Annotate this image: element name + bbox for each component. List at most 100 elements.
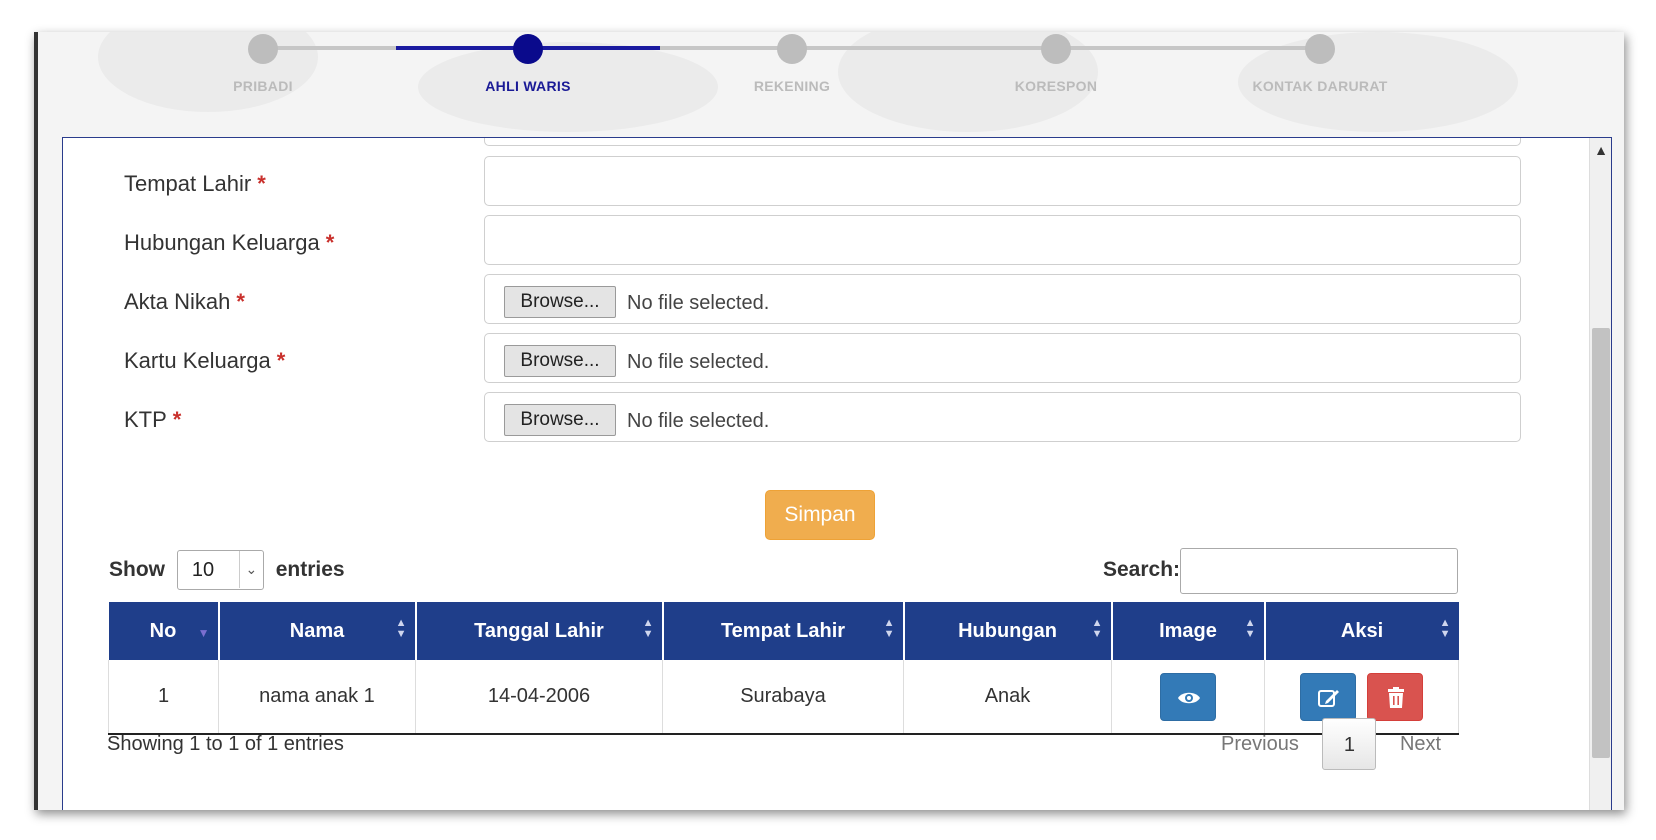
previous-button[interactable]: Previous [1203, 718, 1317, 770]
header-no[interactable]: No ▼ [108, 602, 220, 660]
file-status: No file selected. [627, 292, 770, 314]
vertical-scrollbar[interactable]: ▲ ▼ [1589, 138, 1611, 810]
step-rekening[interactable]: REKENING [692, 32, 892, 94]
step-label: AHLI WARIS [485, 78, 571, 94]
browse-button[interactable]: Browse... [504, 404, 616, 436]
field-label-text: Akta Nikah [124, 289, 231, 314]
cell-tempat-lahir: Surabaya [662, 660, 904, 735]
header-image[interactable]: Image ▲ ▼ [1111, 602, 1266, 660]
step-dot [1041, 34, 1071, 64]
sort-icon: ▲ ▼ [1091, 617, 1103, 640]
header-tempat-lahir[interactable]: Tempat Lahir ▲ ▼ [662, 602, 905, 660]
step-dot [777, 34, 807, 64]
browse-button[interactable]: Browse... [504, 286, 616, 318]
ktp-file-input: Browse... No file selected. [484, 392, 1521, 442]
header-aksi[interactable]: Aksi ▲ ▼ [1264, 602, 1459, 660]
header-text: No [149, 619, 177, 642]
required-marker: * [257, 171, 266, 196]
cell-hubungan: Anak [903, 660, 1112, 735]
form-row-kartu-keluarga: Kartu Keluarga * Browse... No file select… [63, 333, 1543, 385]
field-label-text: Hubungan Keluarga [124, 230, 320, 255]
field-label: Kartu Keluarga * [124, 348, 285, 374]
file-status: No file selected. [627, 410, 770, 432]
search-label: Search: [1103, 558, 1181, 581]
form-row-hubungan-keluarga: Hubungan Keluarga * [63, 215, 1543, 267]
header-nama[interactable]: Nama ▲ ▼ [218, 602, 417, 660]
header-hubungan[interactable]: Hubungan ▲ ▼ [903, 602, 1113, 660]
wizard-stepper: PRIBADI AHLI WARIS REKENING KORESPON KON… [38, 32, 1624, 137]
step-dot-active [513, 34, 543, 64]
entries-label: entries [275, 558, 345, 581]
step-label: KORESPON [1014, 78, 1098, 94]
pagination: Previous 1 Next [1203, 718, 1459, 772]
page-1-button[interactable]: 1 [1322, 718, 1377, 770]
required-marker: * [172, 407, 182, 432]
browse-button[interactable]: Browse... [504, 345, 616, 377]
entries-select[interactable]: 10 ⌄ [176, 550, 264, 590]
tempat-lahir-input[interactable] [484, 156, 1521, 206]
step-dot [248, 34, 278, 64]
kartu-keluarga-file-input: Browse... No file selected. [484, 333, 1521, 383]
field-label: Hubungan Keluarga * [124, 230, 334, 256]
next-button[interactable]: Next [1382, 718, 1459, 770]
app-frame: PRIBADI AHLI WARIS REKENING KORESPON KON… [34, 32, 1624, 810]
step-dot [1305, 34, 1335, 64]
header-text: Hubungan [958, 619, 1057, 642]
field-label-text: KTP [124, 407, 167, 432]
chevron-down-icon: ⌄ [238, 551, 263, 588]
required-marker: * [236, 289, 245, 314]
step-kontak-darurat[interactable]: KONTAK DARURAT [1220, 32, 1420, 94]
step-pribadi[interactable]: PRIBADI [163, 32, 363, 94]
date-placeholder: yyyy [585, 137, 617, 138]
ahli-waris-table: No ▼ Nama ▲ ▼ Tanggal Lahir ▲ ▼ Tempat Lahir ▲… [108, 602, 1459, 735]
sort-icon: ▲ ▼ [395, 617, 407, 640]
sort-desc-icon: ▼ [197, 626, 210, 640]
step-ahli-waris[interactable]: AHLI WARIS [428, 32, 628, 94]
edit-button[interactable] [1299, 672, 1356, 721]
search-input[interactable] [1180, 548, 1458, 594]
form-row-ktp: KTP * Browse... No file selected. [63, 392, 1543, 444]
sort-icon: ▲ ▼ [883, 617, 895, 640]
delete-button[interactable] [1367, 672, 1424, 721]
table-header-row: No ▼ Nama ▲ ▼ Tanggal Lahir ▲ ▼ Tempat Lahir ▲… [108, 602, 1459, 660]
form-panel: yyyy Tempat Lahir* Hubungan Keluarga* Ak… [62, 137, 1612, 810]
step-korespon[interactable]: KORESPON [956, 32, 1156, 94]
file-status: No file selected. [627, 351, 770, 373]
trash-icon [1388, 686, 1405, 708]
table-info: Showing 1 to 1 of 1 entries [107, 733, 344, 755]
entries-length-control: Show 10 ⌄ entries [109, 550, 345, 590]
date-input-partial[interactable]: yyyy [484, 137, 1521, 146]
step-label: KONTAK DARURAT [1252, 78, 1388, 94]
header-tanggal-lahir[interactable]: Tanggal Lahir ▲ ▼ [415, 602, 664, 660]
scroll-thumb[interactable] [1592, 328, 1610, 758]
show-label: Show [109, 558, 165, 581]
hubungan-keluarga-input[interactable] [484, 215, 1521, 265]
akta-nikah-file-input: Browse... No file selected. [484, 274, 1521, 324]
sort-icon: ▲ ▼ [1244, 617, 1256, 640]
field-label: KTP * [124, 407, 181, 433]
field-label-text: Kartu Keluarga [124, 348, 271, 373]
form-row-akta-nikah: Akta Nikah * Browse... No file selected. [63, 274, 1543, 326]
cell-no: 1 [108, 660, 219, 735]
header-text: Tempat Lahir [720, 619, 846, 642]
eye-icon [1178, 692, 1200, 703]
form-row-tempat-lahir: Tempat Lahir * [63, 156, 1543, 208]
view-image-button[interactable] [1160, 672, 1216, 721]
sort-icon: ▲ ▼ [1439, 617, 1451, 640]
sort-icon: ▲ ▼ [642, 617, 654, 640]
step-label: REKENING [753, 78, 831, 94]
simpan-button[interactable]: Simpan [765, 490, 875, 540]
cell-tanggal-lahir: 14-04-2006 [415, 660, 663, 735]
field-label: Tempat Lahir * [124, 171, 266, 197]
required-marker: * [325, 230, 335, 255]
field-label-text: Tempat Lahir [124, 171, 252, 196]
cell-nama: nama anak 1 [218, 660, 416, 735]
step-label: PRIBADI [233, 78, 293, 94]
edit-icon [1317, 689, 1339, 707]
required-marker: * [276, 348, 286, 373]
entries-value: 10 [191, 559, 215, 581]
header-text: Image [1159, 619, 1217, 642]
header-text: Nama [289, 619, 345, 642]
chevron-up-icon[interactable]: ▲ [1590, 138, 1611, 162]
header-text: Aksi [1340, 619, 1384, 642]
